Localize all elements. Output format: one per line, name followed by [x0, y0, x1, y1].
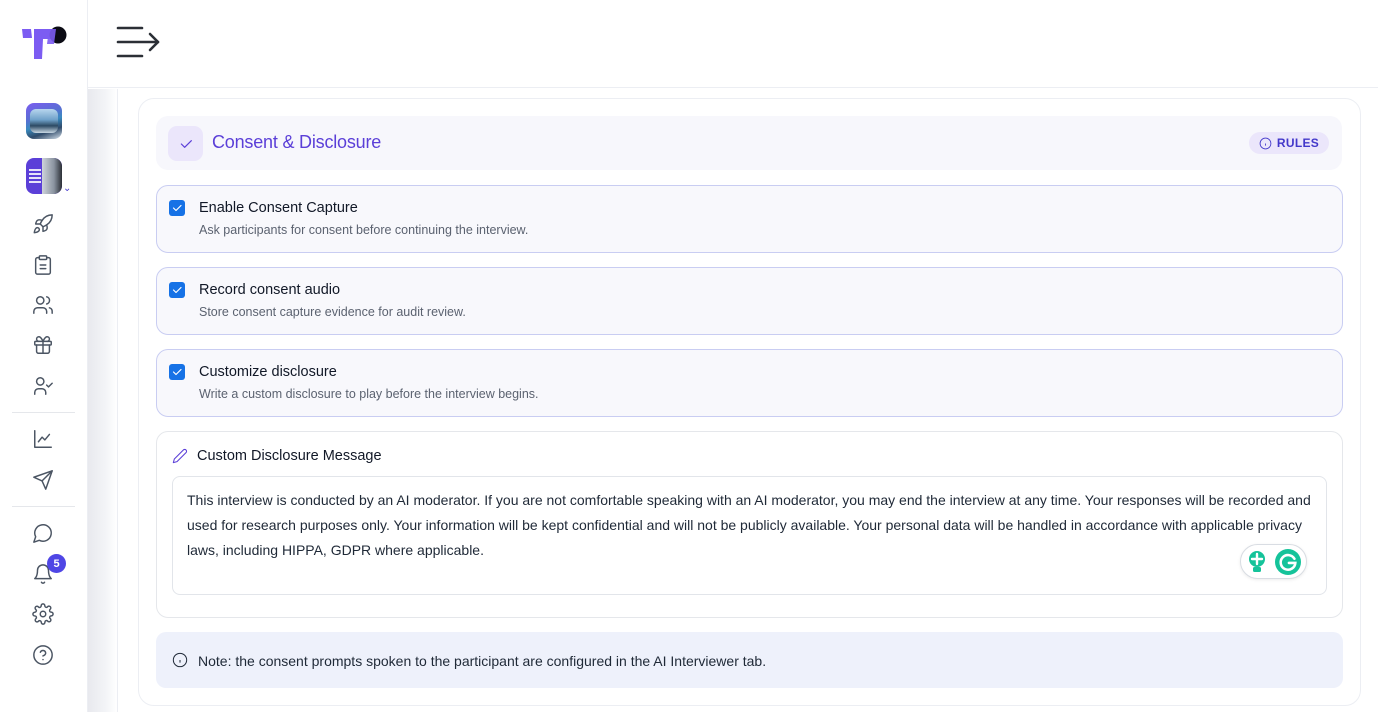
option-enable-consent-capture[interactable]: Enable Consent Capture Ask participants …: [156, 185, 1343, 253]
grammarly-icon[interactable]: [1274, 548, 1301, 575]
lightbulb-icon[interactable]: [1247, 550, 1267, 574]
app-logo[interactable]: [20, 24, 68, 64]
custom-disclosure-label: Custom Disclosure Message: [197, 448, 382, 464]
help-icon[interactable]: [31, 643, 55, 667]
grammarly-widget[interactable]: [1240, 544, 1307, 579]
option-description: Ask participants for consent before cont…: [199, 223, 529, 237]
option-description: Write a custom disclosure to play before…: [199, 387, 539, 401]
menu-arrow-icon[interactable]: [116, 24, 162, 62]
checkbox-customize-disclosure[interactable]: [169, 364, 185, 380]
config-note: Note: the consent prompts spoken to the …: [156, 632, 1343, 688]
gift-icon[interactable]: [31, 333, 55, 357]
scroll-shadow: [88, 89, 118, 712]
pencil-icon: [172, 448, 188, 464]
send-icon[interactable]: [31, 468, 55, 492]
option-customize-disclosure[interactable]: Customize disclosure Write a custom disc…: [156, 349, 1343, 417]
notification-badge[interactable]: 5: [47, 554, 66, 573]
chevron-down-icon[interactable]: ⌄: [63, 183, 71, 194]
user-check-icon[interactable]: [31, 374, 55, 398]
checkbox-enable-consent-capture[interactable]: [169, 200, 185, 216]
check-icon: [168, 126, 203, 161]
clipboard-icon[interactable]: [31, 253, 55, 277]
chart-line-icon[interactable]: [31, 427, 55, 451]
top-bar: [88, 0, 1378, 88]
info-icon: [172, 652, 188, 668]
sidebar: ⌄ 5: [0, 0, 88, 712]
custom-disclosure-textarea[interactable]: This interview is conducted by an AI mod…: [172, 476, 1327, 595]
option-title: Enable Consent Capture: [199, 200, 358, 216]
rules-label: RULES: [1276, 136, 1320, 150]
users-icon[interactable]: [31, 293, 55, 317]
workspace-avatar-2[interactable]: [26, 158, 62, 194]
workspace-avatar-1[interactable]: [26, 103, 62, 139]
option-title: Record consent audio: [199, 282, 341, 298]
gear-icon[interactable]: [31, 602, 55, 626]
info-icon: [1259, 137, 1272, 149]
chat-icon[interactable]: [31, 521, 55, 545]
option-title: Customize disclosure: [199, 364, 337, 380]
sidebar-divider: [12, 506, 75, 507]
option-description: Store consent capture evidence for audit…: [199, 305, 466, 319]
option-record-consent-audio[interactable]: Record consent audio Store consent captu…: [156, 267, 1343, 335]
checkbox-record-consent-audio[interactable]: [169, 282, 185, 298]
section-title: Consent & Disclosure: [212, 132, 382, 152]
note-text: Note: the consent prompts spoken to the …: [198, 653, 767, 669]
rocket-icon[interactable]: [31, 212, 55, 236]
rules-button[interactable]: RULES: [1249, 132, 1329, 154]
sidebar-divider: [12, 412, 75, 413]
